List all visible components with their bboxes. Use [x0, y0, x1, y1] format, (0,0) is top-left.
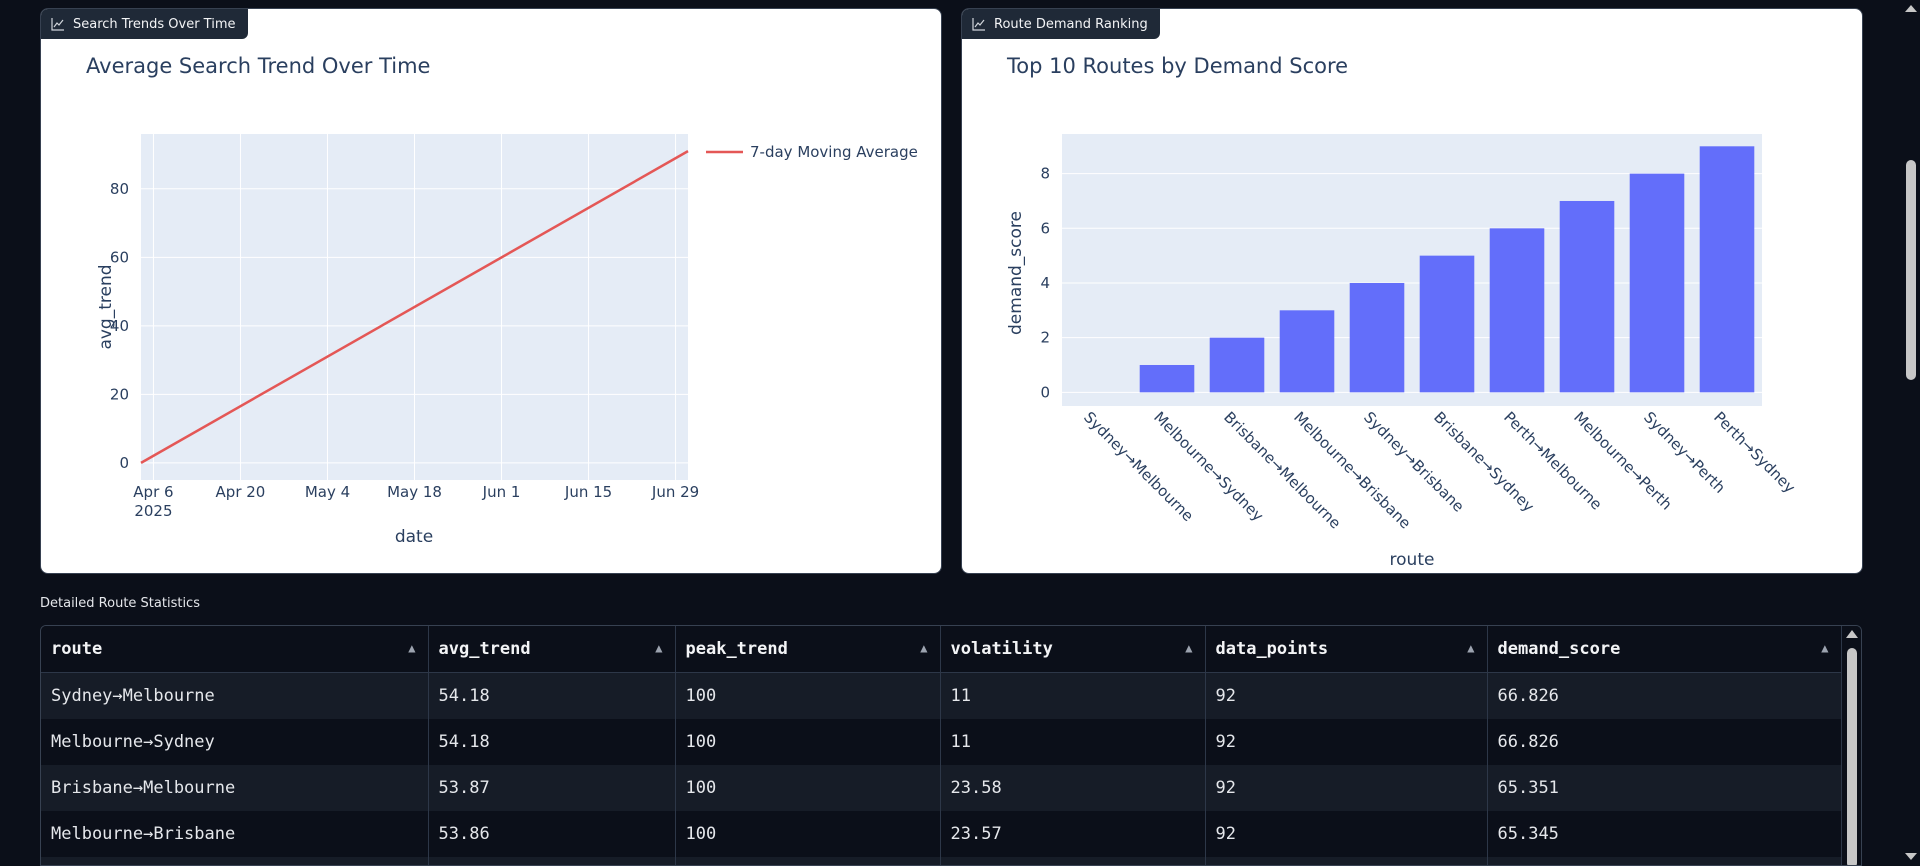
y-axis-label: demand_score — [1006, 211, 1026, 335]
sort-arrow-icon[interactable]: ▲ — [408, 641, 415, 655]
column-header-avg-trend[interactable]: avg_trend ▲ — [428, 626, 676, 673]
y-tick-label: 80 — [110, 180, 129, 198]
chart-title: Average Search Trend Over Time — [86, 54, 430, 78]
cell-demand-score: 65.345 — [1487, 811, 1842, 857]
column-header-data-points[interactable]: data_points ▲ — [1205, 626, 1488, 673]
column-header-peak-trend[interactable]: peak_trend ▲ — [675, 626, 941, 673]
cell-data-points — [1205, 857, 1488, 865]
sort-arrow-icon[interactable]: ▲ — [655, 641, 662, 655]
x-tick-labels: Apr 62025 Apr 20 May 4 May 18 Jun 1 Jun 15 Jun… — [133, 483, 699, 520]
cell-route — [41, 857, 429, 865]
table-row[interactable]: Melbourne→Brisbane 53.86 100 23.57 92 65… — [41, 811, 1842, 857]
x-tick-label: Jun 15 — [564, 483, 612, 501]
cell-avg-trend: 53.86 — [428, 811, 676, 857]
bar-chart: Top 10 Routes by Demand Score 0 2 4 6 8 Sydn… — [1006, 54, 1799, 570]
cell-volatility: 23.58 — [940, 765, 1206, 811]
column-header-route[interactable]: route ▲ — [41, 626, 429, 673]
x-tick-label: Jun 1 — [482, 483, 521, 501]
x-tick-year-label: 2025 — [134, 502, 172, 520]
bar[interactable] — [1279, 310, 1335, 393]
table-row[interactable]: Sydney→Melbourne 54.18 100 11 92 66.826 — [41, 672, 1842, 719]
x-tick-label: Jun 29 — [651, 483, 699, 501]
y-tick-label: 4 — [1040, 274, 1050, 292]
cell-volatility: 23.57 — [940, 811, 1206, 857]
cell-peak-trend — [675, 857, 941, 865]
y-tick-label: 2 — [1040, 329, 1050, 347]
cell-volatility — [940, 857, 1206, 865]
cell-volatility: 11 — [940, 719, 1206, 765]
scroll-up-arrow-icon[interactable] — [1905, 5, 1917, 12]
cell-avg-trend — [428, 857, 676, 865]
x-tick-label: Melbourne→Brisbane — [1290, 408, 1414, 532]
x-tick-label: May 18 — [387, 483, 442, 501]
bar[interactable] — [1629, 173, 1685, 393]
y-tick-label: 0 — [119, 454, 129, 472]
x-tick-label: Brisbane→Melbourne — [1220, 408, 1344, 532]
x-tick-label: May 4 — [305, 483, 350, 501]
chart-panel-route-demand: Route Demand Ranking Top 10 Routes by De… — [961, 8, 1863, 574]
cell-avg-trend: 54.18 — [428, 672, 676, 719]
page-scrollbar[interactable] — [1902, 0, 1920, 864]
column-header-demand-score[interactable]: demand_score ▲ — [1487, 626, 1842, 673]
cell-data-points: 92 — [1205, 765, 1488, 811]
sort-arrow-icon[interactable]: ▲ — [1467, 641, 1474, 655]
cell-route: Sydney→Melbourne — [41, 672, 429, 719]
table-scrollbar-thumb[interactable] — [1847, 648, 1857, 865]
chart-panel-search-trends: Search Trends Over Time Average Search T… — [40, 8, 942, 574]
cell-data-points: 92 — [1205, 811, 1488, 857]
cell-demand-score: 65.351 — [1487, 765, 1842, 811]
x-axis-label: route — [1390, 550, 1435, 570]
cell-peak-trend: 100 — [675, 765, 941, 811]
cell-data-points: 92 — [1205, 672, 1488, 719]
sort-arrow-icon[interactable]: ▲ — [920, 641, 927, 655]
cell-volatility: 11 — [940, 672, 1206, 719]
y-tick-label: 8 — [1040, 165, 1050, 183]
table-row[interactable]: Melbourne→Sydney 54.18 100 11 92 66.826 — [41, 719, 1842, 765]
column-header-volatility[interactable]: volatility ▲ — [940, 626, 1206, 673]
cell-route: Brisbane→Melbourne — [41, 765, 429, 811]
cell-peak-trend: 100 — [675, 719, 941, 765]
bar[interactable] — [1559, 200, 1615, 393]
bar[interactable] — [1209, 337, 1265, 393]
sort-arrow-icon[interactable]: ▲ — [1821, 641, 1828, 655]
cell-avg-trend: 53.87 — [428, 765, 676, 811]
route-stats-table: route ▲ avg_trend ▲ peak_trend ▲ volatility… — [40, 625, 1862, 866]
cell-demand-score: 66.826 — [1487, 719, 1842, 765]
cell-avg-trend: 54.18 — [428, 719, 676, 765]
x-tick-labels: Sydney→MelbourneMelbourne→SydneyBrisbane… — [1080, 408, 1799, 532]
x-axis-label: date — [395, 527, 433, 547]
page-scrollbar-thumb[interactable] — [1906, 160, 1916, 380]
bar[interactable] — [1419, 255, 1475, 393]
table-header-row: route ▲ avg_trend ▲ peak_trend ▲ volatility… — [41, 626, 1842, 673]
cell-demand-score: 66.826 — [1487, 672, 1842, 719]
y-axis-label: avg_trend — [96, 264, 116, 349]
table-row[interactable] — [41, 857, 1842, 865]
cell-route: Melbourne→Sydney — [41, 719, 429, 765]
line-chart: Average Search Trend Over Time 020406080… — [86, 54, 918, 547]
y-tick-label: 6 — [1040, 219, 1050, 237]
scroll-up-arrow-icon[interactable] — [1846, 630, 1858, 638]
cell-route: Melbourne→Brisbane — [41, 811, 429, 857]
bar[interactable] — [1699, 146, 1755, 393]
table-row[interactable]: Brisbane→Melbourne 53.87 100 23.58 92 65… — [41, 765, 1842, 811]
x-tick-label: Apr 20 — [216, 483, 266, 501]
y-tick-label: 20 — [110, 385, 129, 403]
y-tick-label: 60 — [110, 248, 129, 266]
scroll-down-arrow-icon[interactable] — [1905, 853, 1917, 860]
cell-peak-trend: 100 — [675, 811, 941, 857]
cell-data-points: 92 — [1205, 719, 1488, 765]
chart-title: Top 10 Routes by Demand Score — [1006, 54, 1348, 78]
bar[interactable] — [1139, 364, 1195, 393]
y-tick-label: 0 — [1040, 383, 1050, 401]
table-scrollbar[interactable] — [1843, 626, 1861, 865]
bar[interactable] — [1489, 228, 1545, 393]
legend-item-moving-average[interactable]: 7-day Moving Average — [750, 143, 918, 161]
cell-demand-score — [1487, 857, 1842, 865]
y-tick-labels: 0 2 4 6 8 — [1040, 165, 1050, 402]
x-tick-label: Apr 6 — [133, 483, 173, 501]
sort-arrow-icon[interactable]: ▲ — [1185, 641, 1192, 655]
table-section-label: Detailed Route Statistics — [40, 596, 200, 611]
cell-peak-trend: 100 — [675, 672, 941, 719]
bar[interactable] — [1349, 282, 1405, 393]
